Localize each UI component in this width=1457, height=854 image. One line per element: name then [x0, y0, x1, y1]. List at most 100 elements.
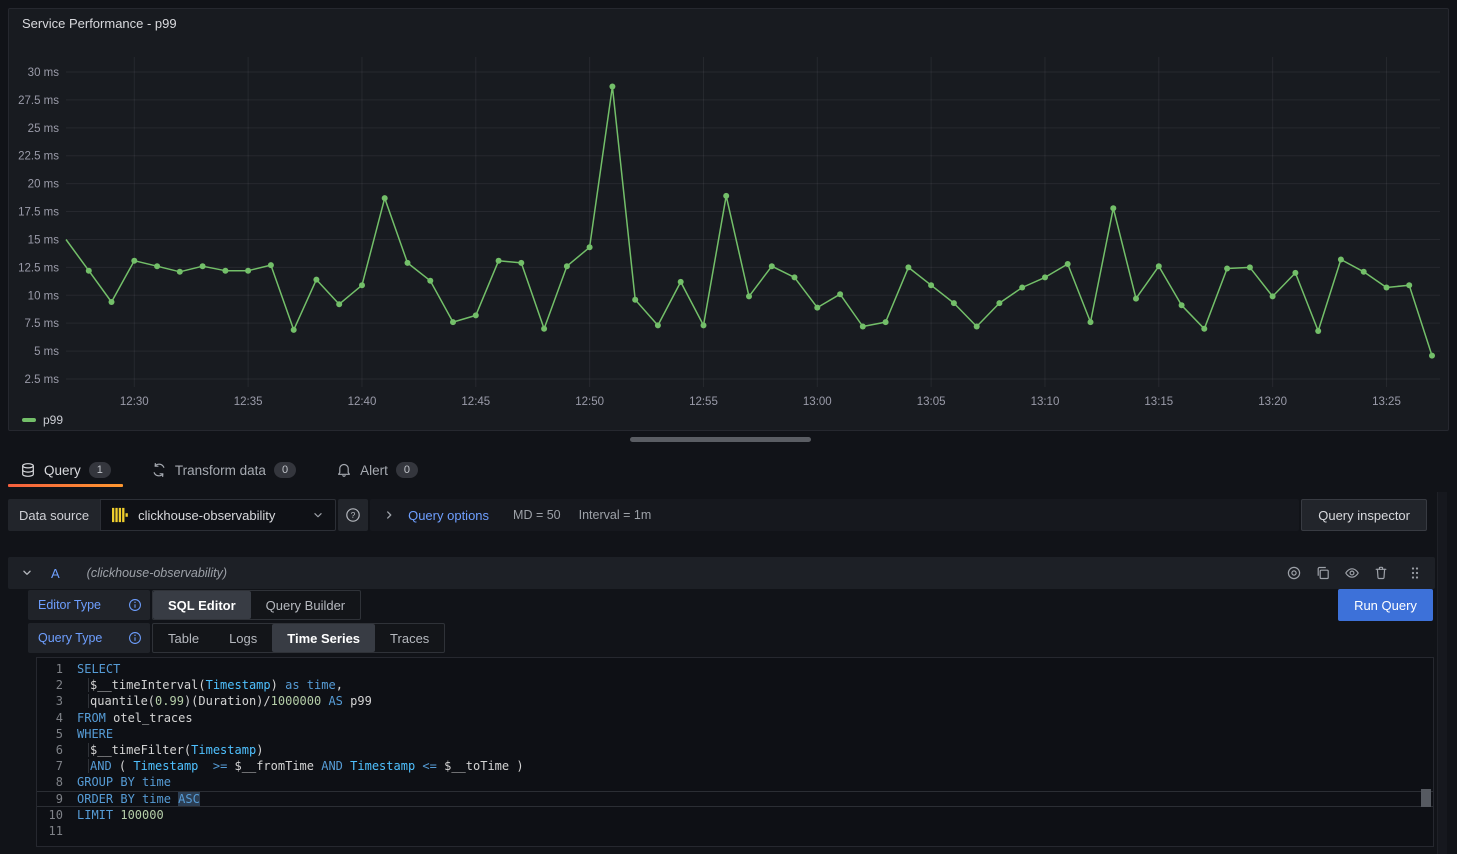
- tab-query[interactable]: Query1: [8, 453, 123, 487]
- query-row-datasource: (clickhouse-observability): [87, 566, 227, 580]
- code-text: [63, 823, 1433, 839]
- query-type-option-time-series[interactable]: Time Series: [272, 624, 375, 652]
- sql-line-5[interactable]: 5WHERE: [37, 726, 1433, 742]
- pane-scrollbar-track[interactable]: [1437, 492, 1447, 854]
- sql-line-1[interactable]: 1SELECT: [37, 661, 1433, 677]
- sql-code: 1SELECT2$__timeInterval(Timestamp) as ti…: [37, 661, 1433, 839]
- svg-text:12.5 ms: 12.5 ms: [18, 262, 59, 274]
- timeseries-chart[interactable]: 2.5 ms5 ms7.5 ms10 ms12.5 ms15 ms17.5 ms…: [9, 39, 1448, 415]
- svg-text:12:35: 12:35: [234, 396, 263, 408]
- help-circle-icon: ?: [345, 507, 361, 523]
- eye-icon[interactable]: [1344, 565, 1360, 581]
- info-circle-icon[interactable]: [128, 598, 142, 612]
- line-number: 9: [45, 791, 63, 807]
- query-row-header[interactable]: A (clickhouse-observability): [8, 557, 1435, 589]
- angle-right-icon: [382, 508, 396, 522]
- duplicate-icon[interactable]: [1315, 565, 1331, 581]
- editor-type-option-query-builder[interactable]: Query Builder: [251, 591, 360, 619]
- tab-transform-data[interactable]: Transform data0: [139, 453, 308, 487]
- tab-count-badge: 0: [396, 462, 418, 478]
- svg-text:13:25: 13:25: [1372, 396, 1401, 408]
- line-number: 8: [45, 774, 63, 790]
- code-text: LIMIT 100000: [63, 807, 1433, 823]
- datasource-value: clickhouse-observability: [138, 508, 302, 523]
- drag-handle-icon[interactable]: [1407, 565, 1423, 581]
- sql-line-2[interactable]: 2$__timeInterval(Timestamp) as time,: [37, 677, 1433, 693]
- record-icon[interactable]: [1286, 565, 1302, 581]
- svg-text:13:20: 13:20: [1258, 396, 1287, 408]
- horizontal-scrollbar-thumb[interactable]: [630, 437, 811, 442]
- info-circle-icon[interactable]: [128, 631, 142, 645]
- line-number: 3: [45, 693, 63, 709]
- editor-type-row: Editor Type SQL EditorQuery Builder: [28, 590, 361, 620]
- line-number: 5: [45, 726, 63, 742]
- legend-series-label[interactable]: p99: [43, 413, 63, 427]
- line-number: 2: [45, 677, 63, 693]
- collapse-chevron-down-icon[interactable]: [20, 566, 34, 580]
- datasource-picker[interactable]: clickhouse-observability: [100, 499, 336, 531]
- sql-editor[interactable]: 1SELECT2$__timeInterval(Timestamp) as ti…: [36, 657, 1434, 847]
- editor-type-option-sql-editor[interactable]: SQL Editor: [153, 591, 251, 619]
- code-text: ORDER BY time ASC: [63, 791, 1433, 807]
- code-text: FROM otel_traces: [63, 710, 1433, 726]
- legend: p99: [22, 413, 63, 427]
- line-number: 6: [45, 742, 63, 758]
- code-text: AND ( Timestamp >= $__fromTime AND Times…: [63, 758, 1433, 774]
- database-icon: [20, 462, 36, 478]
- tab-label: Alert: [360, 463, 388, 478]
- tab-count-badge: 0: [274, 462, 296, 478]
- query-row-actions: [1286, 565, 1423, 581]
- sql-line-4[interactable]: 4FROM otel_traces: [37, 710, 1433, 726]
- query-options-link[interactable]: Query options: [408, 508, 489, 523]
- legend-series-swatch-icon: [22, 418, 36, 422]
- datasource-help-button[interactable]: ?: [338, 499, 368, 531]
- sql-line-11[interactable]: 11: [37, 823, 1433, 839]
- sql-line-9[interactable]: 9ORDER BY time ASC: [37, 791, 1433, 807]
- query-type-group: TableLogsTime SeriesTraces: [152, 623, 445, 653]
- svg-text:12:55: 12:55: [689, 396, 718, 408]
- editor-scrollbar-thumb[interactable]: [1421, 789, 1431, 807]
- query-inspector-button[interactable]: Query inspector: [1301, 499, 1427, 531]
- svg-text:12:40: 12:40: [348, 396, 377, 408]
- clickhouse-logo-icon: [111, 506, 129, 524]
- horizontal-scrollbar: [630, 437, 811, 442]
- query-type-option-table[interactable]: Table: [153, 624, 214, 652]
- sql-line-7[interactable]: 7AND ( Timestamp >= $__fromTime AND Time…: [37, 758, 1433, 774]
- svg-text:13:00: 13:00: [803, 396, 832, 408]
- sql-line-8[interactable]: 8GROUP BY time: [37, 774, 1433, 790]
- code-text: $__timeInterval(Timestamp) as time,: [63, 677, 1433, 693]
- code-text: SELECT: [63, 661, 1433, 677]
- code-text: $__timeFilter(Timestamp): [63, 742, 1433, 758]
- panel-title: Service Performance - p99: [9, 9, 1448, 31]
- query-type-option-traces[interactable]: Traces: [375, 624, 444, 652]
- line-number: 11: [45, 823, 63, 839]
- svg-text:15 ms: 15 ms: [28, 234, 60, 246]
- sql-line-3[interactable]: 3quantile(0.99)(Duration)/1000000 AS p99: [37, 693, 1433, 709]
- query-type-row: Query Type TableLogsTime SeriesTraces: [28, 623, 445, 653]
- grafana-panel-editor: Service Performance - p99 2.5 ms5 ms7.5 …: [0, 0, 1457, 854]
- svg-text:12:30: 12:30: [120, 396, 149, 408]
- datasource-label: Data source: [8, 499, 100, 531]
- svg-text:30 ms: 30 ms: [28, 67, 60, 79]
- query-options-md: MD = 50: [513, 508, 561, 522]
- svg-text:?: ?: [351, 510, 356, 520]
- svg-text:2.5 ms: 2.5 ms: [24, 374, 59, 386]
- code-text: GROUP BY time: [63, 774, 1433, 790]
- query-options-bar[interactable]: Query options MD = 50 Interval = 1m: [370, 499, 1299, 531]
- line-number: 10: [45, 807, 63, 823]
- sql-line-6[interactable]: 6$__timeFilter(Timestamp): [37, 742, 1433, 758]
- tab-alert[interactable]: Alert 0: [324, 453, 430, 487]
- svg-text:13:10: 13:10: [1031, 396, 1060, 408]
- trash-icon[interactable]: [1373, 565, 1389, 581]
- timeseries-panel: Service Performance - p99 2.5 ms5 ms7.5 …: [8, 8, 1449, 431]
- svg-text:5 ms: 5 ms: [34, 346, 59, 358]
- transform-icon: [151, 462, 167, 478]
- svg-text:22.5 ms: 22.5 ms: [18, 151, 59, 163]
- line-number: 1: [45, 661, 63, 677]
- run-query-button[interactable]: Run Query: [1338, 589, 1433, 621]
- sql-line-10[interactable]: 10LIMIT 100000: [37, 807, 1433, 823]
- code-text: quantile(0.99)(Duration)/1000000 AS p99: [63, 693, 1433, 709]
- svg-text:12:45: 12:45: [461, 396, 490, 408]
- code-text: WHERE: [63, 726, 1433, 742]
- query-type-option-logs[interactable]: Logs: [214, 624, 272, 652]
